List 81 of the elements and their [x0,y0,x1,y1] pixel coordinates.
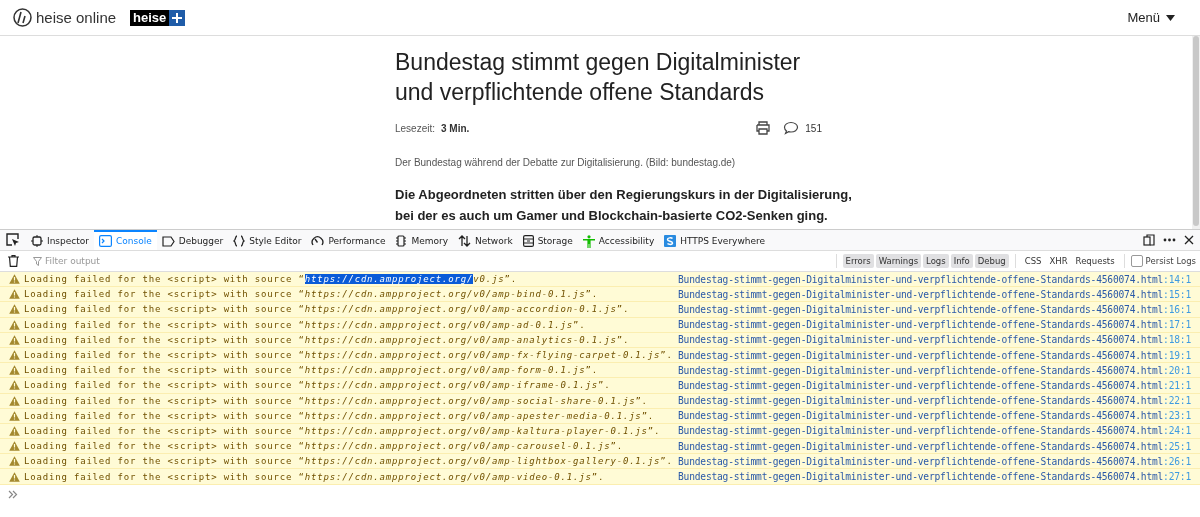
source-location-link[interactable]: Bundestag-stimmt-gegen-Digitalminister-und-verpflichtende-offene-Standards-4560074.html:20:1 [678,364,1191,376]
level-filter-button[interactable]: Warnings [875,254,922,268]
dock-icon[interactable] [1143,234,1155,246]
accessibility-icon [582,234,595,248]
devtools-tab[interactable]: Accessibility [577,230,660,250]
type-filter-button[interactable]: Requests [1072,254,1118,268]
print-icon[interactable] [755,121,772,135]
logo-text[interactable]: heise online [36,9,117,26]
level-filter-button[interactable]: Logs [923,254,949,268]
arrows-icon [458,235,472,247]
level-filter-button[interactable]: Info [950,254,973,268]
source-location-link[interactable]: Bundestag-stimmt-gegen-Digitalminister-und-verpflichtende-offene-Standards-4560074.html:15:1 [678,288,1191,300]
filter-icon [33,256,42,266]
persist-logs-label[interactable]: Persist Logs [1145,256,1196,266]
scrollbar[interactable] [1192,36,1200,229]
warning-icon [9,350,20,361]
devtools-tab[interactable]: Debugger [156,230,229,250]
source-location-link[interactable]: Bundestag-stimmt-gegen-Digitalminister-und-verpflichtende-offene-Standards-4560074.html:26:1 [678,455,1191,467]
source-location-link[interactable]: Bundestag-stimmt-gegen-Digitalminister-und-verpflichtende-offene-Standards-4560074.html:18:1 [678,334,1191,346]
plus-icon [169,9,186,26]
message-text: Loading failed for the <script> with source “https://cdn.ampproject.org/v0/amp-accordion-0.1.js”. [24,304,630,315]
devtools-tab[interactable]: Style Editor [228,230,307,250]
close-icon[interactable] [1184,235,1194,245]
plus-badge[interactable]: heise [130,9,186,26]
more-icon[interactable] [1163,238,1176,242]
source-location-link[interactable]: Bundestag-stimmt-gegen-Digitalminister-und-verpflichtende-offene-Standards-4560074.html:14:1 [678,273,1191,285]
reading-time-label: Lesezeit: [395,122,436,134]
comment-count[interactable]: 151 [805,122,822,134]
message-text: Loading failed for the <script> with source “https://cdn.ampproject.org/v0/amp-lightbox-gallery-0.1.js”. [24,456,673,467]
level-filter-button[interactable]: Debug [974,254,1009,268]
braces-icon [233,235,246,247]
message-text: Loading failed for the <script> with source “https://cdn.ampproject.org/v0/amp-form-0.1.js”. [24,365,598,376]
devtools-tab[interactable]: Console [94,230,157,250]
devtools-tab[interactable]: Memory [390,230,454,250]
source-location-link[interactable]: Bundestag-stimmt-gegen-Digitalminister-und-verpflichtende-offene-Standards-4560074.html:17:1 [678,319,1191,331]
comment-icon[interactable] [783,121,800,135]
inspector-icon [31,235,43,247]
devtools-tab[interactable]: Storage [517,230,578,250]
source-location-link[interactable]: Bundestag-stimmt-gegen-Digitalminister-und-verpflichtende-offene-Standards-4560074.html:19:1 [678,349,1191,361]
debugger-icon [161,235,175,247]
source-location-link[interactable]: Bundestag-stimmt-gegen-Digitalminister-und-verpflichtende-offene-Standards-4560074.html:25:1 [678,440,1191,452]
source-location-link[interactable]: Bundestag-stimmt-gegen-Digitalminister-und-verpflichtende-offene-Standards-4560074.html:21:1 [678,379,1191,391]
devtools-tab[interactable]: Performance [306,230,391,250]
trash-icon[interactable] [8,255,19,267]
element-picker-icon[interactable] [6,233,20,247]
devtools-tab[interactable]: Network [453,230,518,250]
message-text: Loading failed for the <script> with source “https://cdn.ampproject.org/v0/amp-iframe-0.1.js”. [24,380,611,391]
message-text: Loading failed for the <script> with source “https://cdn.ampproject.org/v0/amp-carousel-0.1.js”. [24,441,623,452]
console-icon [99,235,112,247]
message-text: Loading failed for the <script> with source “https://cdn.ampproject.org/v0/amp-social-share-0.1.js”. [24,395,648,406]
source-location-link[interactable]: Bundestag-stimmt-gegen-Digitalminister-und-verpflichtende-offene-Standards-4560074.html:22:1 [678,395,1191,407]
article-title: Bundestag stimmt gegen Digitalminister und verpflichtende offene Standards [395,48,802,107]
menu-button[interactable]: Menü [1127,10,1175,25]
source-location-link[interactable]: Bundestag-stimmt-gegen-Digitalminister-und-verpflichtende-offene-Standards-4560074.html:23:1 [678,410,1191,422]
message-text: Loading failed for the <script> with source “https://cdn.ampproject.org/v0.js”. [24,274,517,285]
logo-icon[interactable] [13,8,32,27]
devtools-tab[interactable]: HTTPS Everywhere [659,230,771,250]
message-text: Loading failed for the <script> with source “https://cdn.ampproject.org/v0/amp-video-0.1.js”. [24,471,605,482]
caret-icon [1166,14,1175,21]
message-text: Loading failed for the <script> with source “https://cdn.ampproject.org/v0/amp-analytics-0.1.js”. [24,334,630,345]
message-text: Loading failed for the <script> with source “https://cdn.ampproject.org/v0/amp-kaltura-player-0.1.js”. [24,425,661,436]
gauge-icon [311,235,325,247]
type-filter-button[interactable]: XHR [1046,254,1071,268]
message-text: Loading failed for the <script> with source “https://cdn.ampproject.org/v0/amp-bind-0.1.js”. [24,289,598,300]
reading-time: 3 Min. [441,122,470,134]
devtools-tab[interactable]: Inspector [26,230,94,250]
article-lead: Die Abgeordneten stritten über den Regierungskurs in der Digitalisierung, bei der es auch um Gamer und Blockchain-basierte CO2-Senken ging. [395,186,852,225]
chip-icon [395,235,408,247]
level-filter-button[interactable]: Errors [842,254,874,268]
shield-s-icon [664,235,677,247]
prompt-icon[interactable] [8,490,18,500]
image-caption: Der Bundestag während der Debatte zur Digitalisierung. (Bild: bundestag.de) [395,157,737,168]
message-text: Loading failed for the <script> with source “https://cdn.ampproject.org/v0/amp-fx-flying-carpet-0.1.js”. [24,350,673,361]
storage-icon [522,235,534,247]
message-text: Loading failed for the <script> with source “https://cdn.ampproject.org/v0/amp-apester-media-0.1.js”. [24,410,655,421]
message-text: Loading failed for the <script> with source “https://cdn.ampproject.org/v0/amp-ad-0.1.js”. [24,319,586,330]
source-location-link[interactable]: Bundestag-stimmt-gegen-Digitalminister-und-verpflichtende-offene-Standards-4560074.html:27:1 [678,471,1191,483]
source-location-link[interactable]: Bundestag-stimmt-gegen-Digitalminister-und-verpflichtende-offene-Standards-4560074.html:24:1 [678,425,1191,437]
type-filter-button[interactable]: CSS [1021,254,1045,268]
source-location-link[interactable]: Bundestag-stimmt-gegen-Digitalminister-und-verpflichtende-offene-Standards-4560074.html:16:1 [678,303,1191,315]
persist-logs-checkbox[interactable] [1130,255,1143,267]
